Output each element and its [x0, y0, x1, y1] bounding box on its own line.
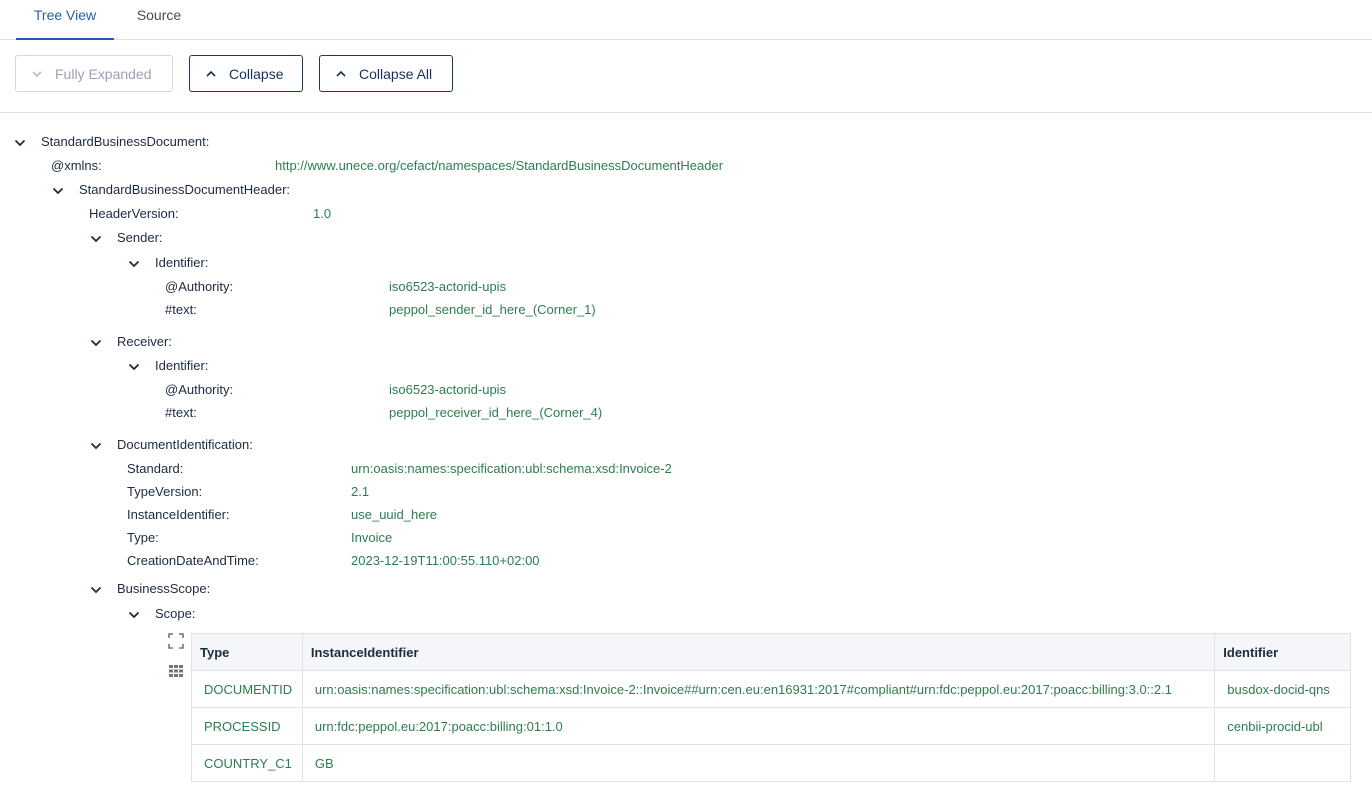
table-cell: urn:oasis:names:specification:ubl:schema… [301, 670, 1216, 708]
value-type: Invoice [351, 530, 393, 545]
column-header-identifier[interactable]: Identifier [1214, 633, 1351, 671]
chevron-down-icon[interactable] [128, 361, 140, 373]
value-standard: urn:oasis:names:specification:ubl:schema… [351, 461, 672, 476]
chevron-down-icon[interactable] [90, 584, 102, 596]
value-instance-identifier: use_uuid_here [351, 507, 438, 522]
key-receiver-authority: @Authority: [165, 382, 234, 397]
node-business-scope: BusinessScope: [117, 581, 211, 596]
table-row: DOCUMENTID urn:oasis:names:specification… [191, 670, 1351, 708]
table-cell: urn:fdc:peppol.eu:2017:poacc:billing:01:… [301, 707, 1216, 745]
table-row: COUNTRY_C1 GB [191, 744, 1351, 782]
value-receiver-authority: iso6523-actorid-upis [389, 382, 507, 397]
table-header-row: Type InstanceIdentifier Identifier [191, 633, 1351, 671]
chevron-up-icon [206, 70, 216, 77]
fullscreen-icon[interactable] [168, 633, 184, 649]
key-sender-text: #text: [165, 302, 197, 317]
collapse-label: Collapse [229, 65, 284, 82]
value-xmlns: http://www.unece.org/cefact/namespaces/S… [275, 158, 724, 173]
chevron-down-icon[interactable] [90, 337, 102, 349]
key-standard: Standard: [127, 461, 184, 476]
node-receiver-identifier: Identifier: [155, 358, 209, 373]
key-header-version: HeaderVersion: [89, 206, 179, 221]
node-sender-identifier: Identifier: [155, 255, 209, 270]
table-cell: cenbii-procid-ubl [1214, 707, 1351, 745]
column-header-type[interactable]: Type [191, 633, 303, 671]
key-receiver-text: #text: [165, 405, 197, 420]
table-cell: COUNTRY_C1 [191, 744, 303, 782]
column-header-instance-identifier[interactable]: InstanceIdentifier [301, 633, 1216, 671]
value-creation-date: 2023-12-19T11:00:55.110+02:00 [351, 553, 540, 568]
table-row: PROCESSID urn:fdc:peppol.eu:2017:poacc:b… [191, 707, 1351, 745]
tab-source[interactable]: Source [126, 0, 192, 40]
table-cell: DOCUMENTID [191, 670, 303, 708]
node-scope: Scope: [155, 606, 196, 621]
toolbar: Fully Expanded Collapse Collapse All [0, 40, 1372, 113]
key-type: Type: [127, 530, 159, 545]
chevron-down-icon[interactable] [52, 185, 64, 197]
fully-expanded-button[interactable]: Fully Expanded [15, 55, 173, 92]
chevron-down-icon[interactable] [90, 440, 102, 452]
collapse-all-button[interactable]: Collapse All [319, 55, 453, 92]
key-sender-authority: @Authority: [165, 279, 234, 294]
chevron-down-icon[interactable] [128, 258, 140, 270]
key-instance-identifier: InstanceIdentifier: [127, 507, 230, 522]
key-type-version: TypeVersion: [127, 484, 203, 499]
chevron-up-icon [336, 70, 346, 77]
chevron-down-icon[interactable] [14, 137, 26, 149]
node-standard-business-document: StandardBusinessDocument: [41, 134, 210, 149]
scope-table: Type InstanceIdentifier Identifier DOCUM… [191, 633, 1351, 782]
key-creation-date: CreationDateAndTime: [127, 553, 259, 568]
grid-icon[interactable] [168, 663, 184, 679]
node-sender: Sender: [117, 230, 163, 245]
table-cell: busdox-docid-qns [1214, 670, 1351, 708]
node-document-identification: DocumentIdentification: [117, 437, 253, 452]
node-sbdh: StandardBusinessDocumentHeader: [79, 182, 291, 197]
fully-expanded-label: Fully Expanded [55, 65, 152, 82]
table-cell: GB [301, 744, 1216, 782]
tab-tree-view[interactable]: Tree View [16, 0, 114, 40]
chevron-down-icon [32, 70, 42, 77]
key-xmlns: @xmlns: [51, 158, 102, 173]
node-receiver: Receiver: [117, 334, 172, 349]
value-type-version: 2.1 [351, 484, 370, 499]
tab-bar: Tree View Source [0, 0, 1372, 40]
table-cell: PROCESSID [191, 707, 303, 745]
value-sender-authority: iso6523-actorid-upis [389, 279, 507, 294]
value-sender-text: peppol_sender_id_here_(Corner_1) [389, 302, 596, 317]
value-receiver-text: peppol_receiver_id_here_(Corner_4) [389, 405, 603, 420]
collapse-all-label: Collapse All [359, 65, 433, 82]
table-cell [1214, 744, 1351, 782]
chevron-down-icon[interactable] [90, 233, 102, 245]
chevron-down-icon[interactable] [128, 609, 140, 621]
collapse-button[interactable]: Collapse [189, 55, 303, 92]
value-header-version: 1.0 [313, 206, 332, 221]
